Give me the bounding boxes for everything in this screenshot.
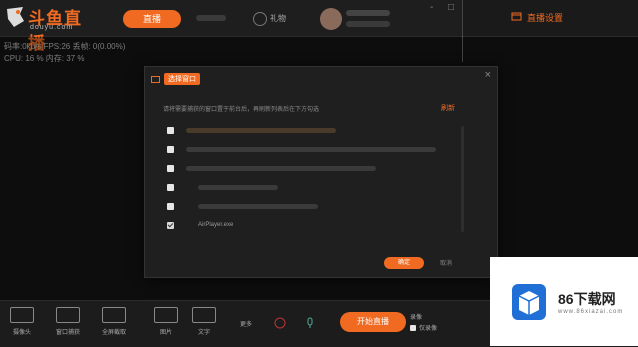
tool-text[interactable]: 文字: [184, 307, 224, 336]
checkbox-checked[interactable]: [167, 221, 174, 229]
maximize-button[interactable]: □: [448, 2, 454, 13]
tool-label: 文字: [197, 330, 210, 336]
window-icon: [56, 307, 80, 323]
image-icon: [154, 307, 178, 323]
checkbox[interactable]: [167, 202, 174, 210]
ok-button[interactable]: 确定: [384, 257, 424, 269]
record-label: 录像: [410, 315, 423, 321]
refresh-button[interactable]: 刷新: [441, 103, 455, 113]
record-icon[interactable]: [274, 317, 286, 329]
list-scrollbar[interactable]: [461, 126, 464, 232]
window-icon: [151, 75, 160, 83]
more-label[interactable]: 更多: [240, 319, 252, 328]
item-label: AirPlayer.exe: [198, 222, 234, 228]
live-button[interactable]: 直播: [123, 10, 181, 28]
list-item[interactable]: [167, 182, 278, 192]
minimize-button[interactable]: -: [430, 2, 433, 13]
box-logo-icon: [512, 284, 546, 320]
window-capture-dialog: 选择窗口 × 请将需要捕获的窗口置于前台后，再刷新列表后在下方勾选 刷新 Air…: [144, 66, 498, 278]
tool-label: 窗口捕获: [55, 330, 80, 336]
top-bar: 斗鱼直播 douyu.com 直播 礼物 - □ 直播设置: [0, 0, 638, 53]
screen-icon: [102, 307, 126, 323]
list-item[interactable]: [167, 125, 336, 135]
app-logo: 斗鱼直播 douyu.com: [4, 3, 92, 53]
close-icon[interactable]: ×: [485, 69, 491, 81]
mic-icon[interactable]: [305, 317, 315, 329]
checkbox[interactable]: [167, 126, 174, 134]
list-item[interactable]: [167, 163, 376, 173]
tool-camera[interactable]: 摄像头: [2, 307, 42, 336]
tool-screen[interactable]: 全屏截取: [94, 307, 134, 336]
list-item[interactable]: AirPlayer.exe: [167, 220, 233, 230]
list-item[interactable]: [167, 144, 436, 154]
ad-brand: 86下载网: [558, 291, 616, 307]
ad-sub: www.86xiazai.com: [558, 309, 624, 315]
dialog-description: 请将需要捕获的窗口置于前台后，再刷新列表后在下方勾选: [163, 107, 320, 113]
avatar[interactable]: [320, 8, 342, 30]
username-blurred[interactable]: [346, 10, 390, 16]
checkbox[interactable]: [167, 183, 174, 191]
window-list: AirPlayer.exe: [167, 125, 467, 235]
dialog-title: 选择窗口: [164, 73, 200, 85]
nav-item-blurred[interactable]: [196, 15, 226, 21]
record-option[interactable]: 录像: [410, 312, 422, 321]
user-sub-blurred: [346, 21, 390, 27]
tool-image[interactable]: 图片: [146, 307, 186, 336]
item-label-blurred: [186, 146, 436, 152]
tool-label: 图片: [159, 330, 172, 336]
gift-label[interactable]: 礼物: [270, 13, 286, 24]
cancel-button[interactable]: 取消: [440, 258, 452, 267]
tool-label: 摄像头: [12, 330, 31, 336]
item-label-blurred: [186, 165, 376, 171]
record-only-label: 仅录像: [419, 326, 438, 332]
record-only-option[interactable]: 仅录像: [410, 323, 437, 332]
logo-sub: douyu.com: [30, 24, 74, 31]
item-label-blurred: [198, 203, 318, 209]
tool-label: 全屏截取: [101, 330, 126, 336]
item-label-blurred: [198, 184, 278, 190]
settings-icon: [511, 12, 522, 21]
text-icon: [192, 307, 216, 323]
settings-title[interactable]: 直播设置: [527, 11, 563, 24]
checkbox[interactable]: [410, 324, 416, 331]
gift-icon[interactable]: [253, 12, 267, 26]
item-label-blurred: [186, 127, 336, 133]
checkbox[interactable]: [167, 164, 174, 172]
dialog-title-bar: 选择窗口: [151, 72, 200, 86]
start-live-button[interactable]: 开始直播: [340, 312, 406, 332]
fish-logo-icon: [7, 7, 24, 27]
camera-icon: [10, 307, 34, 323]
settings-header: 直播设置: [462, 0, 638, 36]
tool-window[interactable]: 窗口捕获: [48, 307, 88, 336]
watermark-ad: 86下载网 www.86xiazai.com: [490, 257, 638, 346]
list-item[interactable]: [167, 201, 318, 211]
checkbox[interactable]: [167, 145, 174, 153]
